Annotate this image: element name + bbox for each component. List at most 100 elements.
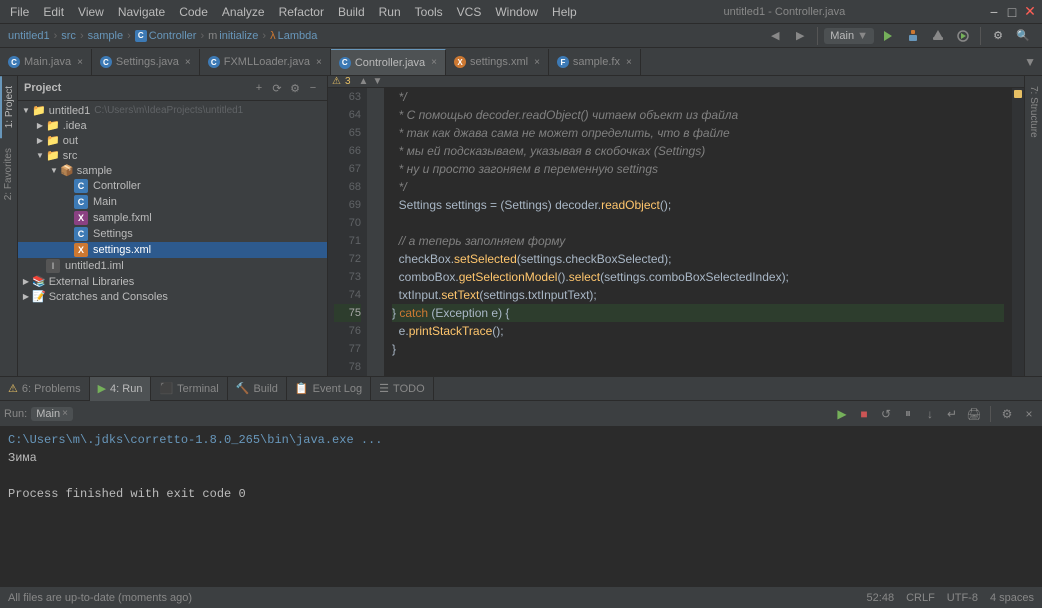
encoding[interactable]: UTF-8 [947,592,978,604]
code-line-73: comboBox.getSelectionModel().select(sett… [392,268,1004,286]
back-button[interactable]: ◀ [764,25,786,47]
structure-panel-tab[interactable]: 7: Structure [1026,76,1041,148]
run-toolbar: Run: Main × ▶ ■ ↺ ⏸ ↓ ↵ 🖨 ⚙ × [0,401,1042,427]
menu-window[interactable]: Window [489,3,544,21]
expand-arrow: ▶ [20,292,32,301]
code-line-69: Settings settings = (Settings) decoder.r… [392,196,1004,214]
run-pause-button[interactable]: ⏸ [899,405,917,423]
nav-up-icon[interactable]: ▲ [359,76,369,87]
tab-fxmlloader-java[interactable]: C FXMLLoader.java × [200,49,331,75]
tree-item-settings-xml[interactable]: X settings.xml [18,242,327,258]
breadcrumb-sample[interactable]: sample [88,30,123,42]
settings-button[interactable]: ⚙ [987,25,1009,47]
menu-build[interactable]: Build [332,3,371,21]
bottom-tab-todo[interactable]: ☰ TODO [371,377,433,401]
maximize-button[interactable]: □ [1004,4,1020,20]
run-stop-button[interactable]: ■ [855,405,873,423]
breadcrumb-controller[interactable]: C Controller [135,30,197,42]
forward-button[interactable]: ▶ [789,25,811,47]
coverage-button[interactable] [952,25,974,47]
new-file-button[interactable]: + [251,80,267,96]
menu-edit[interactable]: Edit [37,3,70,21]
output-line-3 [8,467,1034,485]
tab-settings-xml[interactable]: X settings.xml × [446,49,549,75]
menu-help[interactable]: Help [546,3,583,21]
bottom-tab-eventlog[interactable]: 📋 Event Log [287,377,371,401]
tab-controller-java[interactable]: C Controller.java × [331,49,446,75]
tree-item-controller[interactable]: C Controller [18,178,327,194]
close-panel-button[interactable]: × [1020,405,1038,423]
run-config-display[interactable]: Main × [31,407,73,421]
menu-navigate[interactable]: Navigate [112,3,171,21]
scroll-to-end-button[interactable]: ↓ [921,405,939,423]
code-content[interactable]: */ * С помощью decoder.readObject() чита… [384,88,1012,376]
bottom-tab-terminal[interactable]: ⬛ Terminal [151,377,227,401]
indent-setting[interactable]: 4 spaces [990,592,1034,604]
tree-item-out[interactable]: ▶ 📁 out [18,133,327,148]
breadcrumb-project[interactable]: untitled1 [8,30,50,42]
java-class-icon: C [74,179,88,193]
favorites-panel-tab[interactable]: 2: Favorites [1,138,16,210]
tree-item-ext-libs[interactable]: ▶ 📚 External Libraries [18,274,327,289]
output-path-text: C:\Users\m\.jdks\corretto-1.8.0_265\bin\… [8,433,382,447]
run-rerun-button[interactable]: ↺ [877,405,895,423]
line-separator[interactable]: CRLF [906,592,935,604]
panel-settings-button[interactable]: ⚙ [287,80,303,96]
debug-button[interactable] [902,25,924,47]
tab-close-icon[interactable]: × [77,57,83,68]
menu-view[interactable]: View [72,3,110,21]
menu-file[interactable]: File [4,3,35,21]
bottom-tab-build[interactable]: 🔨 Build [228,377,287,401]
code-line-63: */ [392,88,1004,106]
line-numbers: 63 64 65 66 67 68 69 70 71 72 73 74 75 7… [328,88,368,376]
tree-item-samplefxml[interactable]: X sample.fxml [18,210,327,226]
breadcrumb-initialize[interactable]: m initialize [208,30,258,42]
menu-refactor[interactable]: Refactor [273,3,330,21]
bottom-tab-run[interactable]: ▶ 4: Run [90,377,152,401]
tree-item-scratches[interactable]: ▶ 📝 Scratches and Consoles [18,289,327,304]
code-line-65: * так как джава сама не может определить… [392,124,1004,142]
menu-code[interactable]: Code [173,3,214,21]
run-button[interactable] [877,25,899,47]
settings-run-button[interactable]: ⚙ [998,405,1016,423]
tree-item-settings[interactable]: C Settings [18,226,327,242]
print-button[interactable]: 🖨 [965,405,983,423]
minimize-button[interactable]: − [986,4,1002,20]
minimize-panel-button[interactable]: − [305,80,321,96]
tab-main-java[interactable]: C Main.java × [0,49,92,75]
tab-settings-java[interactable]: C Settings.java × [92,49,200,75]
build-button[interactable] [927,25,949,47]
tree-item-untitled1[interactable]: ▼ 📁 untitled1 C:\Users\m\IdeaProjects\un… [18,103,327,118]
tree-item-sample[interactable]: ▼ 📦 sample [18,163,327,178]
tree-item-main[interactable]: C Main [18,194,327,210]
breadcrumb-lambda[interactable]: λ Lambda [270,30,317,42]
bottom-tab-problems[interactable]: ⚠ 6: Problems [0,377,90,401]
tab-close-icon[interactable]: × [534,57,540,68]
tree-item-iml[interactable]: I untitled1.iml [18,258,327,274]
status-bar: All files are up-to-date (moments ago) 5… [0,586,1042,608]
run-label: Run: [4,408,27,420]
run-play-button[interactable]: ▶ [833,405,851,423]
tab-close-icon[interactable]: × [185,57,191,68]
run-config-selector[interactable]: Main ▼ [824,28,874,44]
tab-sample-fx[interactable]: F sample.fx × [549,49,641,75]
tab-close-icon[interactable]: × [316,57,322,68]
soft-wrap-button[interactable]: ↵ [943,405,961,423]
tree-item-src[interactable]: ▼ 📁 src [18,148,327,163]
close-button[interactable]: ✕ [1022,4,1038,20]
tab-close-icon[interactable]: × [626,57,632,68]
menu-analyze[interactable]: Analyze [216,3,271,21]
nav-down-icon[interactable]: ▼ [372,76,382,87]
search-everywhere-button[interactable]: 🔍 [1012,25,1034,47]
tab-close-icon[interactable]: × [431,57,437,68]
menu-run[interactable]: Run [373,3,407,21]
tree-item-idea[interactable]: ▶ 📁 .idea [18,118,327,133]
project-panel-tab[interactable]: 1: Project [0,76,17,138]
breadcrumb-src[interactable]: src [61,30,76,42]
tabs-overflow-button[interactable]: ▼ [1018,49,1042,75]
cursor-position[interactable]: 52:48 [867,592,895,604]
sync-button[interactable]: ⟳ [269,80,285,96]
menu-tools[interactable]: Tools [409,3,449,21]
run-tab-close[interactable]: × [62,408,68,419]
menu-vcs[interactable]: VCS [451,3,488,21]
